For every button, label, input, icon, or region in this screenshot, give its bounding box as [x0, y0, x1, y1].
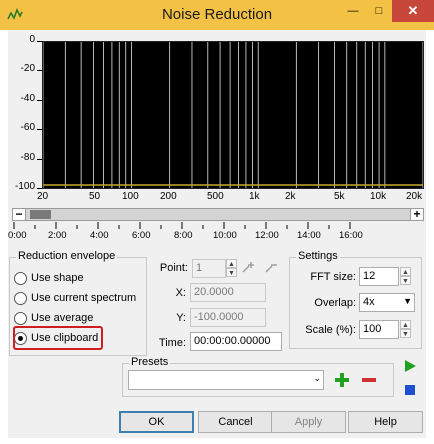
settings-title: Settings [296, 250, 340, 262]
fft-size-label: FFT size: [310, 271, 356, 283]
chevron-down-icon: ⌄ [313, 373, 321, 383]
play-icon[interactable] [402, 358, 418, 374]
time-field[interactable]: 00:00:00.00000 [190, 332, 282, 351]
overlap-select[interactable]: 4x ▼ [359, 293, 415, 312]
y-axis-label: -20 [20, 63, 35, 74]
time-label: 2:00 [48, 230, 67, 241]
zoom-out-button[interactable]: − [12, 208, 26, 221]
time-label: 14:00 [297, 230, 321, 241]
y-axis-label: -60 [20, 122, 35, 133]
remove-point-icon[interactable] [264, 261, 278, 275]
apply-button[interactable]: Apply [271, 411, 346, 433]
time-label: 0:00 [8, 230, 27, 241]
title-bar: Noise Reduction — □ ✕ [0, 0, 434, 30]
reduction-envelope-title: Reduction envelope [16, 250, 118, 262]
fft-size-field[interactable]: 12 [359, 267, 399, 286]
x-axis-label: 1k [249, 191, 260, 202]
point-spinner[interactable]: ▲ ▼ [226, 259, 237, 278]
radio-label: Use shape [31, 272, 84, 284]
x-axis-label: 20k [406, 191, 423, 202]
x-axis-label: 5k [334, 191, 345, 202]
cancel-button[interactable]: Cancel [198, 411, 273, 433]
x-axis-label: 200 [160, 191, 177, 202]
time-label: 8:00 [174, 230, 193, 241]
y-label: Y: [176, 312, 186, 324]
add-point-icon[interactable] [241, 261, 255, 275]
spectrum-graph: 0 -20 -40 -60 -80 -100 20 50 100 200 500… [8, 30, 426, 204]
x-axis-label: 10k [370, 191, 387, 202]
zoom-scrollbar[interactable]: − + [12, 208, 424, 221]
ok-button[interactable]: OK [119, 411, 194, 433]
time-label: 6:00 [132, 230, 151, 241]
close-button[interactable]: ✕ [392, 0, 434, 22]
y-axis-label: -100 [14, 181, 35, 192]
x-axis-label: 500 [207, 191, 224, 202]
time-label: 16:00 [339, 230, 363, 241]
radio-circle[interactable] [14, 311, 27, 325]
y-field[interactable]: -100.0000 [190, 308, 266, 327]
scale-spinner[interactable]: ▲ ▼ [400, 320, 411, 339]
x-field[interactable]: 20.0000 [190, 283, 266, 302]
y-axis-label: 0 [29, 34, 35, 45]
radio-label: Use current spectrum [31, 292, 137, 304]
scroll-thumb[interactable] [30, 210, 51, 219]
zoom-in-button[interactable]: + [410, 208, 424, 221]
clipboard-highlight-box [13, 326, 103, 350]
presets-title: Presets [129, 356, 171, 368]
point-label: Point: [159, 262, 188, 274]
radio-circle[interactable] [14, 271, 27, 285]
maximize-button[interactable]: □ [366, 0, 392, 22]
chevron-down-icon: ▼ [403, 296, 412, 306]
overlap-label: Overlap: [314, 297, 356, 309]
scale-label: Scale (%): [305, 324, 356, 336]
y-axis-label: -40 [20, 93, 35, 104]
time-label: 10:00 [213, 230, 237, 241]
x-label: X: [175, 287, 186, 299]
fft-size-spinner[interactable]: ▲ ▼ [400, 267, 411, 286]
radio-use-average[interactable]: Use average [14, 310, 93, 326]
x-axis-label: 100 [122, 191, 139, 202]
time-label: 4:00 [90, 230, 109, 241]
stop-icon[interactable] [402, 382, 418, 398]
help-button[interactable]: Help [348, 411, 423, 433]
time-label: Time: [158, 337, 186, 349]
graph-plot-area[interactable] [42, 41, 424, 189]
minimize-button[interactable]: — [340, 0, 366, 22]
overlap-value: 4x [363, 296, 375, 308]
time-label: 12:00 [255, 230, 279, 241]
scale-field[interactable]: 100 [359, 320, 399, 339]
radio-use-current-spectrum[interactable]: Use current spectrum [14, 290, 136, 306]
radio-circle[interactable] [14, 291, 27, 305]
radio-label: Use average [31, 312, 94, 324]
y-axis-label: -80 [20, 152, 35, 163]
dialog-body: 0 -20 -40 -60 -80 -100 20 50 100 200 500… [8, 30, 426, 438]
x-axis-label: 2k [285, 191, 296, 202]
presets-select[interactable]: ⌄ [128, 370, 324, 390]
timeline-ruler: 0:00 2:00 4:00 6:00 8:00 10:00 12:00 14:… [8, 222, 426, 244]
x-axis-label: 20 [37, 191, 49, 202]
remove-preset-icon[interactable] [360, 371, 378, 389]
point-field[interactable]: 1 [192, 259, 226, 278]
radio-use-shape[interactable]: Use shape [14, 270, 84, 286]
x-axis-label: 50 [89, 191, 101, 202]
add-preset-icon[interactable] [333, 371, 351, 389]
